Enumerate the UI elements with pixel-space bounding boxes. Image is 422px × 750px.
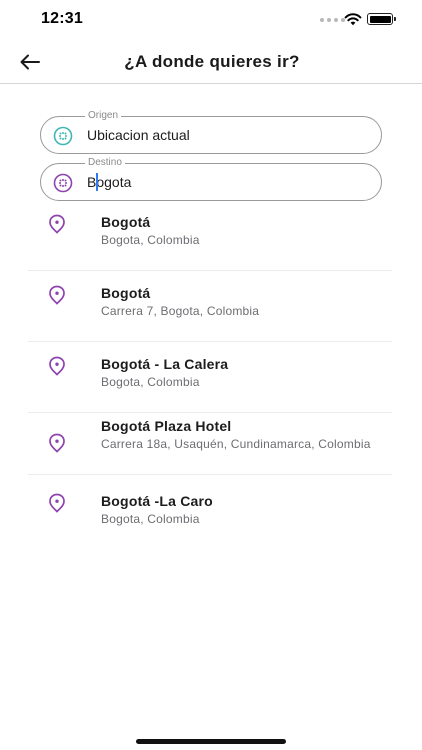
page-title: ¿A donde quieres ir? [124,52,300,71]
origin-field[interactable]: Origen Ubicacion actual [40,110,382,154]
map-pin-icon [49,433,65,453]
text-caret [96,173,98,191]
result-subtitle: Carrera 7, Bogota, Colombia [101,304,260,318]
location-dots-icon [53,126,73,146]
location-dots-icon [53,173,73,193]
home-indicator[interactable] [136,739,286,744]
list-item[interactable]: Bogotá Bogota, Colombia [28,200,392,271]
result-title: Bogotá [101,214,151,230]
map-pin-icon [49,285,65,305]
wifi-icon [344,13,362,26]
destination-field[interactable]: Destino Bogota [40,157,382,201]
map-pin-icon [49,214,65,234]
signal-icon [320,18,345,22]
list-item[interactable]: Bogotá Plaza Hotel Carrera 18a, Usaquén,… [28,413,392,475]
search-results-list: Bogotá Bogota, Colombia Bogotá Carrera 7… [28,200,392,546]
map-pin-icon [49,493,65,513]
destination-input[interactable]: Bogota [87,164,131,200]
result-subtitle: Bogota, Colombia [101,233,200,247]
result-title: Bogotá Plaza Hotel [101,418,232,434]
origin-input[interactable]: Ubicacion actual [87,117,190,153]
status-bar: 12:31 [0,0,422,40]
result-title: Bogotá [101,285,151,301]
list-item[interactable]: Bogotá Carrera 7, Bogota, Colombia [28,271,392,342]
result-subtitle: Carrera 18a, Usaquén, Cundinamarca, Colo… [101,437,371,451]
result-subtitle: Bogota, Colombia [101,375,200,389]
nav-header: ¿A donde quieres ir? [0,40,422,84]
battery-icon [367,13,396,25]
status-time: 12:31 [41,10,83,27]
list-item[interactable]: Bogotá - La Calera Bogota, Colombia [28,342,392,413]
map-pin-icon [49,356,65,376]
result-title: Bogotá -La Caro [101,493,213,509]
result-subtitle: Bogota, Colombia [101,512,200,526]
result-title: Bogotá - La Calera [101,356,229,372]
list-item[interactable]: Bogotá -La Caro Bogota, Colombia [28,475,392,546]
